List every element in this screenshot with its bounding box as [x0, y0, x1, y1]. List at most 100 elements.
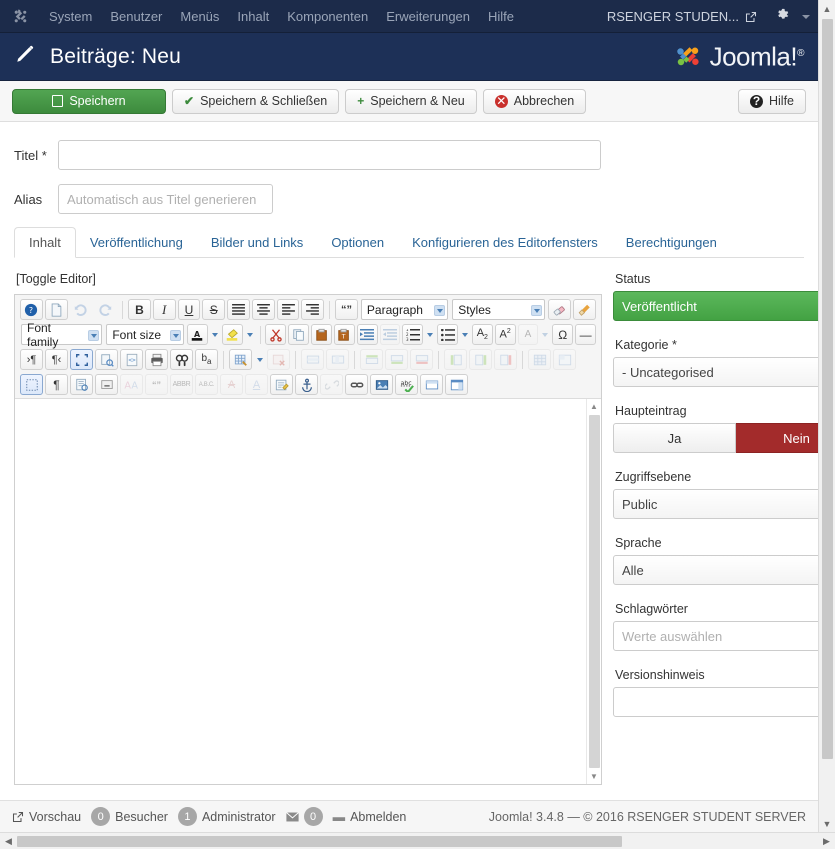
merge-cells-icon[interactable] [553, 349, 576, 370]
horizontal-layout-icon[interactable] [420, 374, 443, 395]
table-cell-properties-icon[interactable] [326, 349, 349, 370]
menu-item-menues[interactable]: Menüs [171, 0, 228, 33]
replace-icon[interactable]: ba [195, 349, 218, 370]
status-select[interactable]: Veröffentlicht [613, 291, 818, 321]
menu-item-inhalt[interactable]: Inhalt [228, 0, 278, 33]
insert-image-icon[interactable] [370, 374, 393, 395]
tab-veroeffentlichung[interactable]: Veröffentlichung [76, 228, 197, 257]
scroll-left-icon[interactable]: ◀ [0, 833, 17, 850]
undo-icon[interactable] [70, 299, 93, 320]
horizontal-scroll-thumb[interactable] [17, 836, 622, 847]
chevron-down-icon[interactable] [802, 15, 810, 19]
horizontal-scroll-track[interactable] [17, 833, 818, 850]
cut-icon[interactable] [265, 324, 286, 345]
ltr-direction-icon[interactable]: ›¶ [20, 349, 43, 370]
rtl-direction-icon[interactable]: ¶‹ [45, 349, 68, 370]
tab-inhalt[interactable]: Inhalt [14, 227, 76, 258]
link-icon[interactable] [345, 374, 368, 395]
tab-optionen[interactable]: Optionen [317, 228, 398, 257]
delete-table-icon[interactable] [267, 349, 290, 370]
language-select[interactable]: Alle [613, 555, 818, 585]
abbreviation-icon[interactable]: ABBR [170, 374, 193, 395]
insert-table-icon[interactable] [229, 349, 252, 370]
numbered-list-icon[interactable]: 123 [402, 324, 423, 345]
blockquote-icon[interactable]: “” [335, 299, 358, 320]
scroll-down-icon[interactable]: ▼ [587, 769, 602, 784]
help-button[interactable]: ? Hilfe [738, 89, 806, 114]
fullscreen-icon[interactable] [70, 349, 93, 370]
help-icon[interactable]: ? [20, 299, 43, 320]
bold-icon[interactable]: B [128, 299, 151, 320]
search-replace-icon[interactable] [170, 349, 193, 370]
tab-berechtigungen[interactable]: Berechtigungen [612, 228, 731, 257]
featured-no-button[interactable]: Nein [736, 423, 818, 453]
align-center-icon[interactable] [252, 299, 275, 320]
editor-content-area[interactable]: ▲ ▼ [15, 399, 601, 784]
paste-icon[interactable] [311, 324, 332, 345]
external-link-icon[interactable] [745, 11, 757, 23]
special-character-icon[interactable]: Ω [552, 324, 573, 345]
tab-editorfenster[interactable]: Konfigurieren des Editorfensters [398, 228, 612, 257]
spellcheck-font-icon[interactable]: AA [120, 374, 143, 395]
align-right-icon[interactable] [301, 299, 324, 320]
delete-row-icon[interactable] [410, 349, 433, 370]
logout-link[interactable]: ▬ Abmelden [333, 810, 407, 824]
chevron-down-icon[interactable] [209, 324, 221, 345]
chevron-down-icon[interactable] [253, 349, 266, 370]
scroll-up-icon[interactable]: ▲ [587, 399, 602, 414]
insert-column-after-icon[interactable] [469, 349, 492, 370]
chevron-down-icon[interactable] [424, 324, 436, 345]
spellchecker-icon[interactable]: abc [395, 374, 418, 395]
featured-yes-button[interactable]: Ja [613, 423, 736, 453]
paste-as-text-icon[interactable]: T [334, 324, 355, 345]
page-vertical-scrollbar[interactable]: ▲ ▼ [818, 0, 835, 832]
italic-icon[interactable]: I [153, 299, 176, 320]
font-family-select[interactable]: Font family [21, 324, 102, 345]
save-and-close-button[interactable]: ✔ Speichern & Schließen [172, 89, 339, 114]
show-invisible-characters-icon[interactable]: ¶ [45, 374, 68, 395]
delete-text-icon[interactable]: A [220, 374, 243, 395]
styles-select[interactable]: Styles [452, 299, 545, 320]
delete-column-icon[interactable] [494, 349, 517, 370]
menu-item-system[interactable]: System [40, 0, 101, 33]
scroll-down-icon[interactable]: ▼ [819, 815, 835, 832]
copy-icon[interactable] [288, 324, 309, 345]
menu-item-erweiterungen[interactable]: Erweiterungen [377, 0, 479, 33]
template-icon[interactable] [70, 374, 93, 395]
joomla-logo-icon[interactable] [0, 8, 40, 25]
eraser-icon[interactable] [548, 299, 571, 320]
alias-input[interactable] [58, 184, 273, 214]
version-note-input[interactable] [613, 687, 818, 717]
access-select[interactable]: Public [613, 489, 818, 519]
visual-blocks-icon[interactable] [20, 374, 43, 395]
acronym-icon[interactable]: A.B.C. [195, 374, 218, 395]
toggle-editor-link[interactable]: [Toggle Editor] [16, 272, 603, 286]
superscript-icon[interactable]: A2 [495, 324, 516, 345]
page-horizontal-scrollbar[interactable]: ◀ ▶ [0, 832, 835, 849]
gear-icon[interactable] [775, 7, 790, 26]
preview-icon[interactable] [95, 349, 118, 370]
chevron-down-icon[interactable] [459, 324, 471, 345]
insert-row-after-icon[interactable] [385, 349, 408, 370]
insert-column-before-icon[interactable] [444, 349, 467, 370]
paint-brush-icon[interactable] [573, 299, 596, 320]
strikethrough-icon[interactable]: S [202, 299, 225, 320]
preview-link[interactable]: Vorschau [12, 810, 81, 824]
edit-cite-icon[interactable] [270, 374, 293, 395]
menu-item-benutzer[interactable]: Benutzer [101, 0, 171, 33]
align-justify-icon[interactable] [227, 299, 250, 320]
anchor-icon[interactable] [295, 374, 318, 395]
paragraph-format-select[interactable]: Paragraph [361, 299, 448, 320]
split-cells-icon[interactable] [528, 349, 551, 370]
align-left-icon[interactable] [277, 299, 300, 320]
indent-icon[interactable] [357, 324, 378, 345]
editor-scrollbar[interactable]: ▲ ▼ [586, 399, 601, 784]
sidebar-layout-icon[interactable] [445, 374, 468, 395]
category-select[interactable]: - Uncategorised [613, 357, 818, 387]
text-color-icon[interactable]: A [187, 324, 208, 345]
scroll-up-icon[interactable]: ▲ [819, 0, 835, 17]
menu-item-komponenten[interactable]: Komponenten [278, 0, 377, 33]
unlink-icon[interactable] [320, 374, 343, 395]
editor-scroll-thumb[interactable] [589, 415, 600, 768]
highlight-color-icon[interactable] [222, 324, 243, 345]
